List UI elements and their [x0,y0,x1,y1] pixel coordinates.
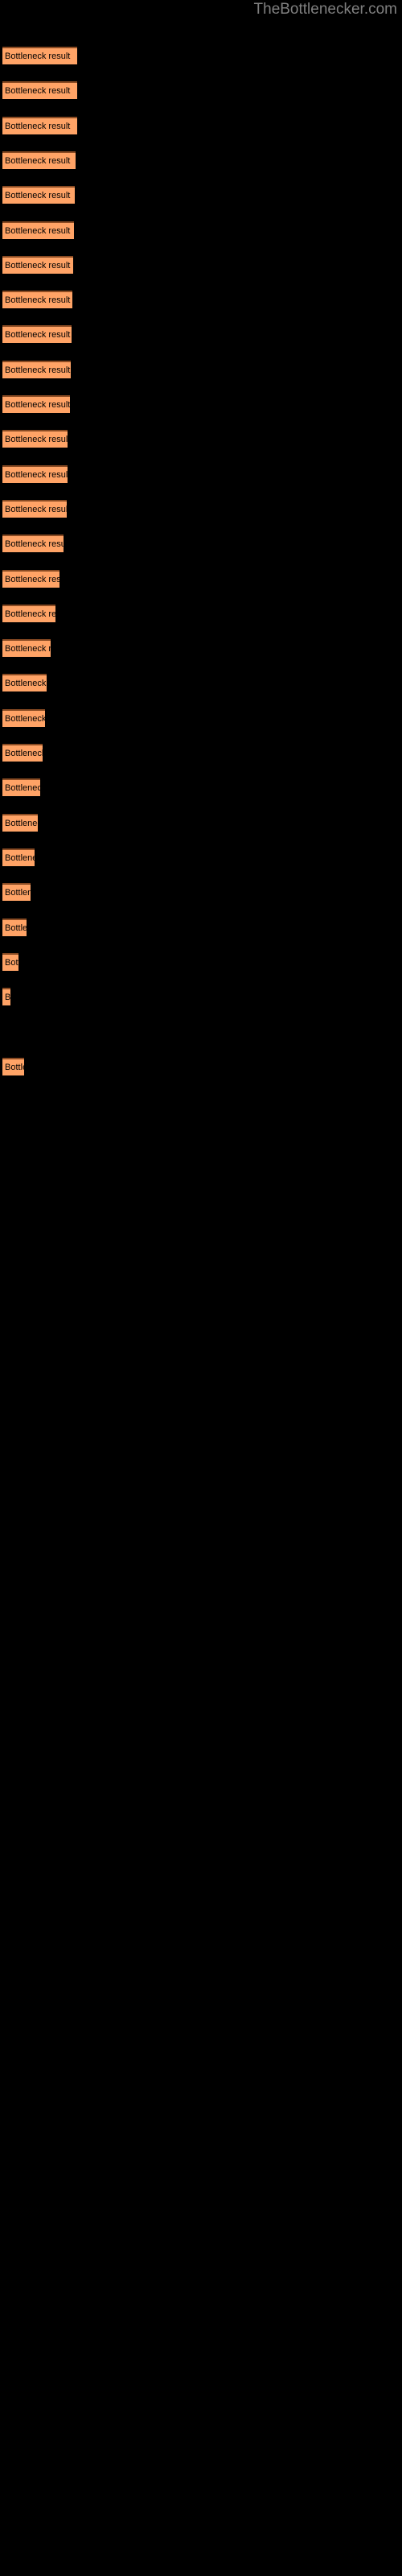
bar: Bottleneck result [2,988,10,1006]
bar: Bottleneck result [2,883,31,902]
bar: Bottleneck result [2,291,72,309]
bar: Bottleneck result [2,604,55,622]
bar-row: Bottleneck result [2,952,18,971]
bar-row: Bottleneck result [2,639,51,658]
bar: Bottleneck result [2,708,45,727]
bar-row: Bottleneck result [2,674,47,692]
bar-row: Bottleneck result [2,464,68,483]
bar-row: Bottleneck result [2,708,45,727]
bar: Bottleneck result [2,778,40,797]
bar-label: Bottleneck result [5,191,71,201]
bar-label: Bottleneck result [5,435,68,445]
bar-label: Bottleneck result [5,295,71,306]
bar-label: Bottleneck result [5,86,71,97]
bar-label: Bottleneck result [5,818,38,828]
bar-label: Bottleneck result [5,713,45,724]
bar-label: Bottleneck result [5,609,55,619]
bar: Bottleneck result [2,674,47,692]
bar-label: Bottleneck result [5,52,71,62]
bar-label: Bottleneck result [5,539,64,550]
bar-row: Bottleneck result [2,988,10,1006]
bar-row: Bottleneck result [2,116,77,134]
bar: Bottleneck result [2,744,43,762]
bar: Bottleneck result [2,1057,24,1075]
bar-label: Bottleneck result [5,469,68,480]
bar-row: Bottleneck result [2,395,70,413]
bar: Bottleneck result [2,535,64,553]
bar-row: Bottleneck result [2,1057,24,1075]
bar: Bottleneck result [2,221,74,239]
bar: Bottleneck result [2,952,18,971]
bar: Bottleneck result [2,813,38,832]
bar-row: Bottleneck result [2,291,72,309]
bar-label: Bottleneck result [5,1062,24,1072]
bar-row: Bottleneck result [2,221,74,239]
bar: Bottleneck result [2,464,68,483]
bar: Bottleneck result [2,116,77,134]
bar-label: Bottleneck result [5,365,71,375]
bar: Bottleneck result [2,848,35,866]
bar-label: Bottleneck result [5,155,71,166]
bar-row: Bottleneck result [2,47,77,64]
bar-row: Bottleneck result [2,499,67,518]
bar-label: Bottleneck result [5,923,27,933]
bar-label: Bottleneck result [5,852,35,863]
bar-row: Bottleneck result [2,569,59,588]
bar-row: Bottleneck result [2,813,38,832]
bar: Bottleneck result [2,360,71,378]
bar: Bottleneck result [2,81,77,100]
bar: Bottleneck result [2,918,27,936]
bar: Bottleneck result [2,499,67,518]
bar: Bottleneck result [2,569,59,588]
bar-row: Bottleneck result [2,535,64,553]
bar-row: Bottleneck result [2,81,77,100]
bar-row: Bottleneck result [2,848,35,866]
bar-label: Bottleneck result [5,574,59,584]
bar-row: Bottleneck result [2,744,43,762]
bar-row: Bottleneck result [2,778,40,797]
bar-label: Bottleneck result [5,679,47,689]
bar: Bottleneck result [2,639,51,658]
bar: Bottleneck result [2,186,75,204]
bottleneck-chart-page: TheBottlenecker.com Bottleneck result Bot… [0,0,402,2576]
bar-label: Bottleneck result [5,121,71,131]
bar-row: Bottleneck result [2,918,27,936]
bar: Bottleneck result [2,430,68,448]
bar-row: Bottleneck result [2,255,73,274]
bar-label: Bottleneck result [5,644,51,654]
bar-row: Bottleneck result [2,430,68,448]
bar-row: Bottleneck result [2,360,71,378]
bar: Bottleneck result [2,325,72,344]
bar: Bottleneck result [2,47,77,64]
bar: Bottleneck result [2,395,70,413]
bar-label: Bottleneck result [5,225,71,236]
bar-row: Bottleneck result [2,604,55,622]
bar: Bottleneck result [2,255,73,274]
bar-label: Bottleneck result [5,260,71,270]
bar-row: Bottleneck result [2,151,76,169]
bar-label: Bottleneck result [5,957,18,968]
bar-label: Bottleneck result [5,504,67,514]
bar-label: Bottleneck result [5,783,40,794]
bar-label: Bottleneck result [5,400,70,411]
bar-label: Bottleneck result [5,993,10,1003]
bar-row: Bottleneck result [2,883,31,902]
bar: Bottleneck result [2,151,76,169]
bar-row: Bottleneck result [2,325,72,344]
bar-label: Bottleneck result [5,888,31,898]
bar-label: Bottleneck result [5,749,43,759]
site-title: TheBottlenecker.com [253,1,397,18]
bar-row: Bottleneck result [2,186,75,204]
bar-label: Bottleneck result [5,330,71,341]
